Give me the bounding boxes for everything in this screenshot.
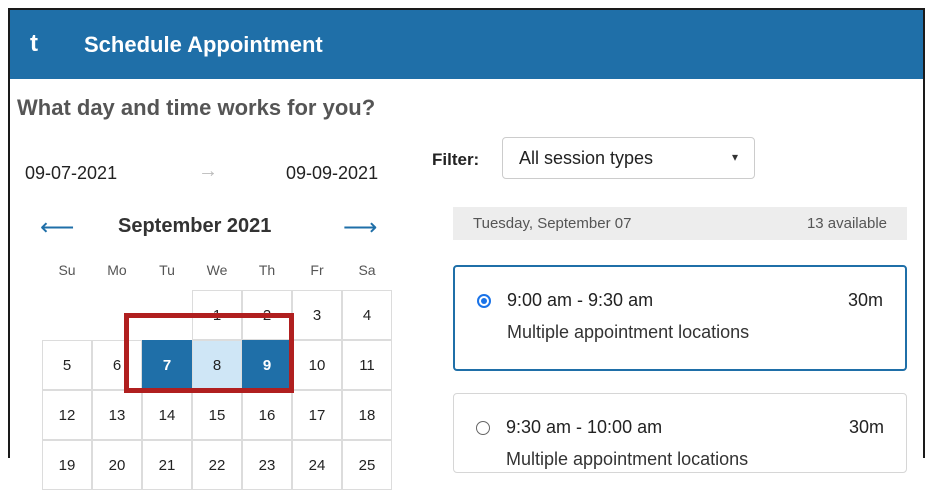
weekday-th: Th: [258, 262, 276, 278]
day-label: Tuesday, September 07: [473, 215, 632, 232]
calendar-day[interactable]: 15: [192, 390, 242, 440]
caret-down-icon: ▾: [731, 150, 738, 164]
calendar-day[interactable]: 19: [42, 440, 92, 490]
session-type-select[interactable]: All session types ▾: [502, 137, 755, 179]
prev-month-arrow-icon[interactable]: ⟵: [40, 213, 74, 242]
calendar-day-in-range[interactable]: 8: [192, 340, 242, 390]
brand-logo-icon: t: [30, 30, 38, 57]
app-header: t Schedule Appointment: [10, 10, 923, 79]
slot-location: Multiple appointment locations: [507, 322, 750, 342]
weekday-fr: Fr: [310, 262, 324, 278]
calendar-day[interactable]: 10: [292, 340, 342, 390]
calendar-day-selected-start[interactable]: 7: [142, 340, 192, 390]
calendar-day[interactable]: 22: [192, 440, 242, 490]
page-title: Schedule Appointment: [84, 32, 323, 57]
slot-time: 9:30 am - 10:00 am: [506, 417, 663, 437]
calendar-day[interactable]: 16: [242, 390, 292, 440]
calendar-day[interactable]: 1: [192, 290, 242, 340]
radio-unselected-icon[interactable]: [476, 421, 490, 435]
calendar-day[interactable]: 5: [42, 340, 92, 390]
calendar-day[interactable]: 25: [342, 440, 392, 490]
slot-time: 9:00 am - 9:30 am: [507, 290, 654, 310]
calendar-day[interactable]: 17: [292, 390, 342, 440]
weekday-tu: Tu: [159, 262, 175, 278]
slot-duration: 30m: [847, 290, 883, 310]
calendar-day-selected-end[interactable]: 9: [242, 340, 292, 390]
available-count: 13 available: [806, 215, 887, 232]
calendar-day[interactable]: 23: [242, 440, 292, 490]
radio-selected-icon[interactable]: [477, 294, 491, 308]
question-heading: What day and time works for you?: [17, 95, 376, 120]
calendar-day[interactable]: 6: [92, 340, 142, 390]
day-header-bar: Tuesday, September 07 13 available: [453, 207, 907, 240]
session-type-value: All session types: [519, 147, 654, 168]
weekday-sa: Sa: [358, 262, 376, 278]
calendar-day[interactable]: 12: [42, 390, 92, 440]
calendar-day[interactable]: 2: [242, 290, 292, 340]
calendar-day[interactable]: 14: [142, 390, 192, 440]
calendar-day[interactable]: 13: [92, 390, 142, 440]
calendar-day[interactable]: 3: [292, 290, 342, 340]
calendar-day[interactable]: 24: [292, 440, 342, 490]
slot-duration: 30m: [848, 417, 884, 437]
range-start-date[interactable]: 09-07-2021: [25, 163, 117, 184]
weekday-we: We: [206, 262, 228, 278]
range-end-date[interactable]: 09-09-2021: [286, 163, 378, 184]
calendar-day[interactable]: 20: [92, 440, 142, 490]
month-title: September 2021: [118, 215, 272, 237]
calendar-day[interactable]: 11: [342, 340, 392, 390]
range-arrow-icon: →: [198, 160, 218, 182]
time-slot-card[interactable]: 9:30 am - 10:00 am 30m Multiple appointm…: [453, 393, 907, 473]
weekday-mo: Mo: [107, 262, 127, 278]
calendar-day[interactable]: 21: [142, 440, 192, 490]
time-slot-card-selected[interactable]: 9:00 am - 9:30 am 30m Multiple appointme…: [453, 265, 907, 371]
calendar-day[interactable]: 4: [342, 290, 392, 340]
slot-location: Multiple appointment locations: [506, 449, 749, 469]
weekday-su: Su: [58, 262, 76, 278]
calendar-day[interactable]: 18: [342, 390, 392, 440]
next-month-arrow-icon[interactable]: ⟶: [343, 213, 377, 242]
filter-label: Filter:: [432, 150, 480, 169]
